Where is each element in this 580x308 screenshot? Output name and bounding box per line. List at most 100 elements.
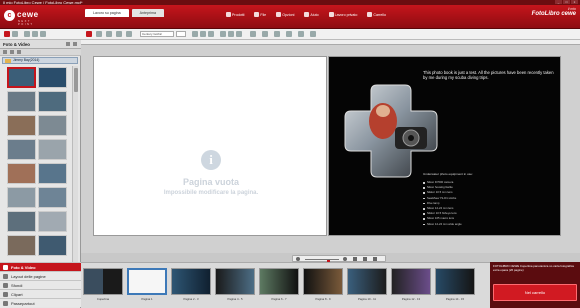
page-thumb-cover[interactable]: Copertina <box>83 268 123 301</box>
photo-thumbnail[interactable] <box>38 67 67 88</box>
page-thumb-1[interactable]: Pagina 1 <box>127 268 167 301</box>
equipment-heading: Underwater photo equipment in use: <box>423 172 473 176</box>
border-icon[interactable] <box>310 31 316 37</box>
menu-options[interactable]: Opzioni <box>272 11 298 18</box>
cut-icon[interactable] <box>24 31 30 37</box>
photo-thumbnail[interactable] <box>7 115 36 136</box>
intro-text-box[interactable]: This photo book is just a test. All the … <box>423 70 559 81</box>
photo-thumbnail[interactable] <box>7 67 36 88</box>
accordion-label: Sfondi <box>11 283 23 288</box>
collapse-icon[interactable] <box>73 42 77 46</box>
cart-icon <box>367 12 373 17</box>
background-icon <box>3 283 8 288</box>
page-thumb-2-3[interactable]: Pagina 2 - 3 <box>171 268 211 301</box>
crop-icon[interactable] <box>298 31 304 37</box>
undo-icon[interactable] <box>4 31 10 37</box>
add-to-cart-button[interactable]: Nel carrello <box>493 284 577 301</box>
menu-label: Prodotti <box>232 12 245 17</box>
zoom-out-icon[interactable] <box>296 257 300 261</box>
copy-icon[interactable] <box>32 31 38 37</box>
shape-icon[interactable] <box>106 31 112 37</box>
tab-preview[interactable]: Anteprima <box>131 9 164 17</box>
sidebar-accordion: Foto & Video Layout delle pagine Sfondi … <box>0 262 81 308</box>
page-thumb-label: Pagina 10 - 11 <box>358 297 376 301</box>
accordion-backgrounds[interactable]: Sfondi <box>0 280 81 289</box>
page-thumb-image <box>435 268 475 295</box>
page-thumb-label: Pagina 12 - 13 <box>401 297 421 301</box>
sidebar: Foto & Video Jimmy Bay(2014) Foto & Vide… <box>0 40 81 308</box>
photo-thumbnail[interactable] <box>38 187 67 208</box>
scrollbar-thumb[interactable] <box>74 68 78 92</box>
page-thumb-8-9[interactable]: Pagina 8 - 9 <box>303 268 343 301</box>
menu-help[interactable]: Aiuto <box>300 11 322 18</box>
menu-file[interactable]: File <box>250 11 270 18</box>
italic-icon[interactable] <box>200 31 206 37</box>
page-thumb-12-13[interactable]: Pagina 12 - 13 <box>391 268 431 301</box>
layer-icon[interactable] <box>262 31 268 37</box>
fit-page-icon[interactable] <box>353 257 357 261</box>
bold-icon[interactable] <box>192 31 198 37</box>
menu-cart[interactable]: Carrello <box>363 11 390 18</box>
align-left-icon[interactable] <box>220 31 226 37</box>
photo-thumbnail[interactable] <box>38 211 67 232</box>
font-select[interactable]: Century Gothic <box>140 31 174 37</box>
photo-thumbnail[interactable] <box>38 91 67 112</box>
pin-icon[interactable] <box>66 42 70 46</box>
photo-thumbnail[interactable] <box>7 139 36 160</box>
cross-photo-frame[interactable] <box>343 83 439 179</box>
maximize-button[interactable]: □ <box>563 0 570 4</box>
minimize-button[interactable]: _ <box>555 0 562 4</box>
menu-products[interactable]: Prodotti <box>222 11 248 18</box>
accordion-label: Foto & Video <box>11 265 36 270</box>
redo-icon[interactable] <box>12 31 18 37</box>
accordion-page-layouts[interactable]: Layout delle pagine <box>0 271 81 280</box>
align-center-icon[interactable] <box>228 31 234 37</box>
product-summary: FOTOLIBRO CEWE Copertina panoramica no c… <box>493 264 574 272</box>
sort-icon[interactable] <box>17 50 21 54</box>
clipart-icon[interactable] <box>116 31 122 37</box>
photo-thumbnail[interactable] <box>38 163 67 184</box>
view-grid-icon[interactable] <box>3 50 7 54</box>
page-thumb-10-11[interactable]: Pagina 10 - 11 <box>347 268 387 301</box>
photo-thumbnail[interactable] <box>38 235 67 256</box>
rotate-icon[interactable] <box>274 31 280 37</box>
align-right-icon[interactable] <box>236 31 242 37</box>
left-page[interactable]: i Pagina vuota Impossibile modificare la… <box>93 56 327 236</box>
text-tool-icon[interactable] <box>86 31 92 37</box>
photo-thumbnail[interactable] <box>38 139 67 160</box>
page-thumb-6-7[interactable]: Pagina 6 - 7 <box>259 268 299 301</box>
page-thumb-label: Pagina 2 - 3 <box>183 297 199 301</box>
sidebar-scrollbar[interactable] <box>72 66 78 282</box>
page-thumb-14-15[interactable]: Pagina 14 - 15 <box>435 268 475 301</box>
menu-private[interactable]: Lavoro privato <box>325 11 362 18</box>
photo-thumbnail[interactable] <box>7 187 36 208</box>
layout-icon[interactable] <box>126 31 132 37</box>
next-page-icon[interactable] <box>373 257 377 261</box>
underline-icon[interactable] <box>208 31 214 37</box>
photo-icon <box>3 265 8 270</box>
photo-thumbnail[interactable] <box>7 235 36 256</box>
photo-thumbnail[interactable] <box>7 163 36 184</box>
close-window-button[interactable]: × <box>571 0 578 4</box>
photo-thumbnail[interactable] <box>7 211 36 232</box>
photo-thumbnail[interactable] <box>7 91 36 112</box>
photo-thumbnail[interactable] <box>38 115 67 136</box>
image-frame-icon[interactable] <box>96 31 102 37</box>
font-size-select[interactable] <box>176 31 186 37</box>
prev-page-icon[interactable] <box>363 257 367 261</box>
diver-head <box>376 105 390 117</box>
accordion-passepartout[interactable]: Passepartout <box>0 298 81 307</box>
zoom-in-icon[interactable] <box>343 257 347 261</box>
view-list-icon[interactable] <box>10 50 14 54</box>
zoom-slider[interactable] <box>305 259 339 265</box>
folder-selector[interactable]: Jimmy Bay(2014) <box>2 57 78 64</box>
tab-page-editing[interactable]: Lavoro su pagina <box>85 9 129 17</box>
accordion-label: Layout delle pagine <box>11 274 46 279</box>
text-color-icon[interactable] <box>250 31 256 37</box>
paste-icon[interactable] <box>40 31 46 37</box>
right-page[interactable]: This photo book is just a test. All the … <box>328 56 561 236</box>
accordion-photos-video[interactable]: Foto & Video <box>0 262 81 271</box>
flip-icon[interactable] <box>286 31 292 37</box>
accordion-clipart[interactable]: Clipart <box>0 289 81 298</box>
page-thumb-4-5[interactable]: Pagina 4 - 5 <box>215 268 255 301</box>
